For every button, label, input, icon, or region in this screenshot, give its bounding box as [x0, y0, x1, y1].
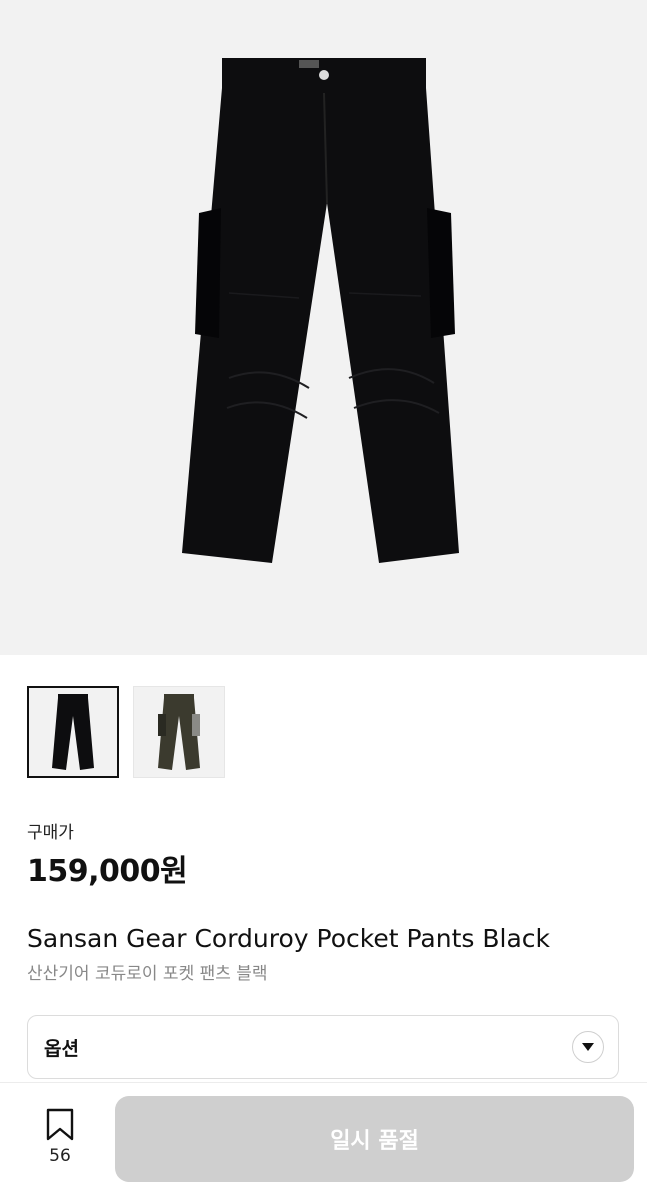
bookmark-icon — [46, 1108, 74, 1141]
black-pants-thumbnail — [52, 694, 94, 770]
product-title: Sansan Gear Corduroy Pocket Pants Black — [27, 924, 551, 953]
price-label: 구매가 — [27, 823, 74, 843]
product-main-image[interactable] — [0, 0, 647, 655]
thumbnail-strip — [27, 686, 225, 778]
wishlist-button[interactable]: 56 — [38, 1108, 82, 1166]
sold-out-button[interactable]: 일시 품절 — [115, 1096, 634, 1182]
product-subtitle: 산산기어 코듀로이 포켓 팬츠 블랙 — [27, 964, 268, 984]
pants-illustration — [181, 57, 459, 563]
chevron-down-icon — [572, 1031, 604, 1063]
thumbnail-khaki[interactable] — [133, 686, 225, 778]
thumbnail-black[interactable] — [27, 686, 119, 778]
khaki-pants-thumbnail — [158, 694, 200, 770]
wishlist-count: 56 — [49, 1146, 71, 1166]
option-select[interactable]: 옵션 — [27, 1015, 619, 1079]
option-label: 옵션 — [44, 1037, 79, 1060]
price-value: 159,000원 — [27, 854, 188, 889]
